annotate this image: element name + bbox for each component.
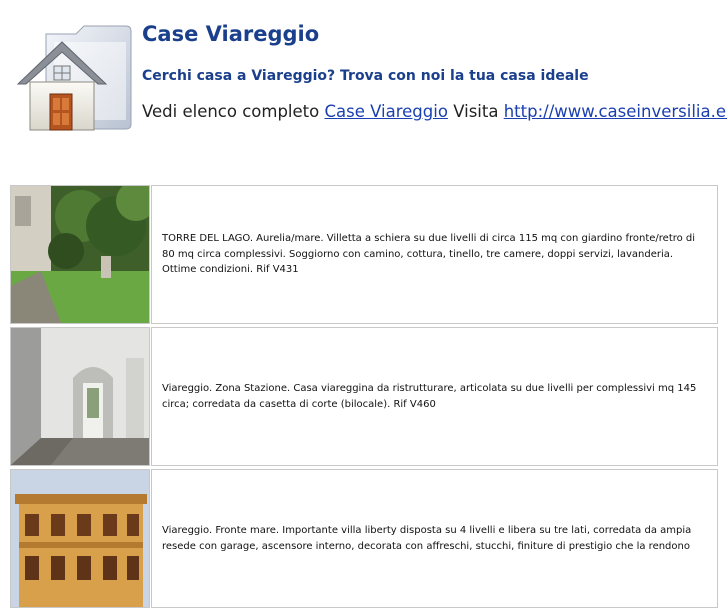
links-mid: Visita [453,102,499,121]
house-folder-logo-icon [14,20,134,138]
listings-table: TORRE DEL LAGO. Aurelia/mare. Villetta a… [10,185,718,611]
listing-description: TORRE DEL LAGO. Aurelia/mare. Villetta a… [162,233,696,276]
listing-photo-garden[interactable] [10,185,150,324]
listing-description-cell: Viareggio. Zona Stazione. Casa viareggin… [151,327,718,466]
listing-row: Viareggio. Zona Stazione. Casa viareggin… [10,327,718,466]
listing-row: Viareggio. Fronte mare. Importante villa… [10,469,718,608]
listing-description: Viareggio. Fronte mare. Importante villa… [162,525,692,552]
header-links: Vedi elenco completo Case Viareggio Visi… [142,102,727,121]
links-prefix: Vedi elenco completo [142,102,320,121]
listing-photo-interior[interactable] [10,327,150,466]
listing-description-cell: Viareggio. Fronte mare. Importante villa… [151,469,718,608]
case-viareggio-link[interactable]: Case Viareggio [324,102,447,121]
page-title: Case Viareggio [142,22,320,46]
listing-photo-villa[interactable] [10,469,150,608]
listing-description-cell: TORRE DEL LAGO. Aurelia/mare. Villetta a… [151,185,718,324]
caseinversilia-link[interactable]: http://www.caseinversilia.eu [504,102,727,121]
listing-description: Viareggio. Zona Stazione. Casa viareggin… [162,383,697,410]
page-subtitle: Cerchi casa a Viareggio? Trova con noi l… [142,68,589,84]
listing-row: TORRE DEL LAGO. Aurelia/mare. Villetta a… [10,185,718,324]
